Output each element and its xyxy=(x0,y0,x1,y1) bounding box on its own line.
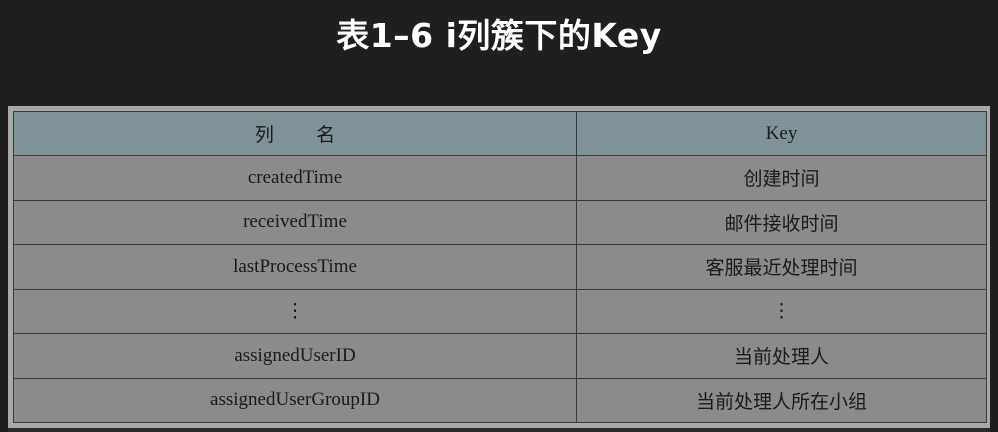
cell-key: 当前处理人所在小组 xyxy=(576,377,987,423)
cell-column-name: lastProcessTime xyxy=(13,244,577,290)
table-row: assignedUserGroupID 当前处理人所在小组 xyxy=(13,377,987,423)
cell-column-name: assignedUserID xyxy=(13,333,577,379)
cell-key: 邮件接收时间 xyxy=(576,199,987,245)
table-row: receivedTime 邮件接收时间 xyxy=(13,199,987,245)
column-header-name: 列 名 xyxy=(13,111,577,156)
cell-column-name: receivedTime xyxy=(13,199,577,245)
table-row: lastProcessTime 客服最近处理时间 xyxy=(13,244,987,290)
table-container: 列 名 Key createdTime 创建时间 receivedTime 邮件… xyxy=(8,106,990,428)
cell-column-name: assignedUserGroupID xyxy=(13,377,577,423)
key-table: 列 名 Key createdTime 创建时间 receivedTime 邮件… xyxy=(13,111,987,423)
table-row: ⋮ ⋮ xyxy=(13,288,987,334)
cell-ellipsis: ⋮ xyxy=(576,288,987,334)
cell-column-name: createdTime xyxy=(13,155,577,201)
page-title: 表1–6 i列簇下的Key xyxy=(336,16,662,55)
cell-key: 当前处理人 xyxy=(576,333,987,379)
cell-key: 客服最近处理时间 xyxy=(576,244,987,290)
table-row: assignedUserID 当前处理人 xyxy=(13,333,987,379)
table-header-row: 列 名 Key xyxy=(13,111,987,156)
table-row: createdTime 创建时间 xyxy=(13,155,987,201)
column-header-key: Key xyxy=(576,111,987,156)
cell-key: 创建时间 xyxy=(576,155,987,201)
cell-ellipsis: ⋮ xyxy=(13,288,577,334)
bottom-divider xyxy=(8,428,990,432)
